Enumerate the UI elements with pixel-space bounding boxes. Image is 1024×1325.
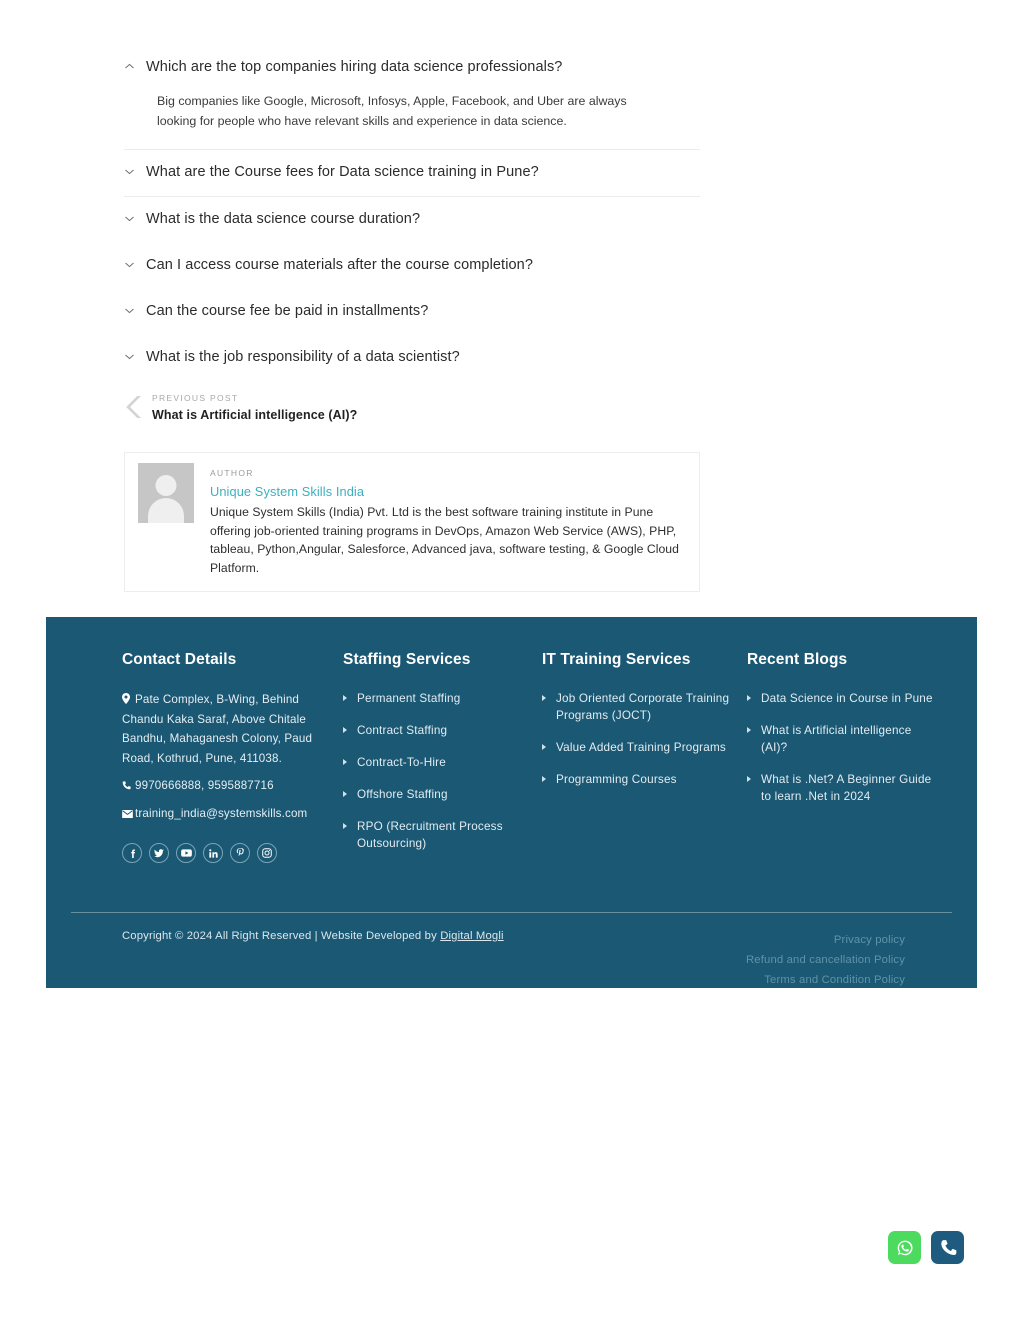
author-name-link[interactable]: Unique System Skills India [210, 481, 687, 503]
footer-email[interactable]: training_india@systemskills.com [122, 804, 322, 824]
avatar-body-shape [148, 498, 184, 523]
youtube-icon[interactable] [176, 843, 196, 863]
faq-question-toggle[interactable]: What are the Course fees for Data scienc… [124, 150, 700, 196]
footer-heading-contact: Contact Details [122, 651, 237, 668]
avatar [138, 463, 194, 523]
faq-question-text: Which are the top companies hiring data … [146, 59, 563, 75]
footer-column-blogs: Recent Blogs Data Science in Course in P… [747, 650, 937, 867]
faq-question-toggle[interactable]: What is the job responsibility of a data… [124, 335, 700, 381]
chevron-down-icon [124, 166, 146, 177]
chevron-down-icon [124, 213, 146, 224]
faq-question-toggle[interactable]: Can I access course materials after the … [124, 243, 700, 289]
faq-question-text: What is the job responsibility of a data… [146, 349, 460, 365]
refund-policy-link[interactable]: Refund and cancellation Policy [746, 950, 905, 970]
footer-heading-blogs: Recent Blogs [747, 651, 848, 668]
terms-policy-link[interactable]: Terms and Condition Policy [764, 970, 905, 990]
faq-question-text: Can I access course materials after the … [146, 257, 534, 273]
faq-item: What is the data science course duration… [124, 197, 700, 243]
facebook-icon[interactable] [122, 843, 142, 863]
avatar-head-shape [155, 475, 177, 496]
list-item[interactable]: Contract-To-Hire [343, 754, 513, 771]
chevron-down-icon [124, 259, 146, 270]
footer-email-text: training_india@systemskills.com [135, 806, 308, 820]
author-label: AUTHOR [210, 468, 254, 478]
copyright-text: Copyright © 2024 All Right Reserved | We… [122, 930, 504, 942]
chevron-down-icon [124, 305, 146, 316]
phone-icon [938, 1238, 958, 1258]
list-item[interactable]: RPO (Recruitment Process Outsourcing) [343, 818, 513, 852]
social-links [122, 843, 322, 863]
whatsapp-icon [894, 1237, 916, 1259]
list-item[interactable]: Offshore Staffing [343, 786, 513, 803]
footer-phone[interactable]: 9970666888, 9595887716 [122, 776, 322, 796]
previous-post-title: What is Artificial intelligence (AI)? [152, 408, 358, 422]
list-item[interactable]: Value Added Training Programs [542, 739, 732, 756]
previous-post-label: PREVIOUS POST [152, 393, 239, 403]
list-item[interactable]: Contract Staffing [343, 722, 513, 739]
faq-item: Can the course fee be paid in installmen… [124, 289, 700, 335]
linkedin-icon[interactable] [203, 843, 223, 863]
footer-column-staffing: Staffing Services Permanent Staffing Con… [343, 650, 513, 867]
phone-icon [122, 776, 135, 796]
previous-post-link[interactable]: PREVIOUS POST What is Artificial intelli… [124, 388, 357, 425]
twitter-icon[interactable] [149, 843, 169, 863]
faq-question-toggle[interactable]: Can the course fee be paid in installmen… [124, 289, 700, 335]
list-item[interactable]: Programming Courses [542, 771, 732, 788]
copyright-prefix: Copyright © 2024 All Right Reserved | We… [122, 930, 441, 942]
site-footer: Contact Details Pate Complex, B-Wing, Be… [46, 617, 977, 988]
faq-item: What are the Course fees for Data scienc… [124, 150, 700, 196]
page-root: Which are the top companies hiring data … [0, 0, 1024, 1325]
chevron-down-icon [124, 351, 146, 362]
list-item[interactable]: What is Artificial intelligence (AI)? [747, 722, 937, 756]
whatsapp-button[interactable] [888, 1231, 921, 1264]
envelope-icon [122, 804, 135, 824]
faq-accordion: Which are the top companies hiring data … [124, 50, 700, 381]
floating-action-buttons [888, 1231, 964, 1264]
faq-question-text: What is the data science course duration… [146, 211, 421, 227]
faq-item: What is the job responsibility of a data… [124, 335, 700, 381]
footer-column-training: IT Training Services Job Oriented Corpor… [542, 650, 732, 867]
location-pin-icon [122, 690, 135, 710]
author-box: AUTHOR Unique System Skills India Unique… [124, 452, 700, 592]
privacy-policy-link[interactable]: Privacy policy [834, 930, 905, 950]
policy-links: Privacy policyRefund and cancellation Po… [645, 930, 905, 990]
instagram-icon[interactable] [257, 843, 277, 863]
call-button[interactable] [931, 1231, 964, 1264]
chevron-left-icon [124, 394, 150, 420]
footer-address: Pate Complex, B-Wing, Behind Chandu Kaka… [122, 690, 322, 768]
list-item[interactable]: What is .Net? A Beginner Guide to learn … [747, 771, 937, 805]
staffing-services-list: Permanent Staffing Contract Staffing Con… [343, 690, 513, 852]
recent-blogs-list: Data Science in Course in Pune What is A… [747, 690, 937, 805]
footer-heading-staffing: Staffing Services [343, 651, 471, 668]
author-description: Unique System Skills (India) Pvt. Ltd is… [210, 505, 679, 575]
footer-address-text: Pate Complex, B-Wing, Behind Chandu Kaka… [122, 693, 313, 765]
it-training-services-list: Job Oriented Corporate Training Programs… [542, 690, 732, 788]
developer-link[interactable]: Digital Mogli [440, 930, 503, 942]
faq-item: Which are the top companies hiring data … [124, 50, 700, 149]
faq-question-text: What are the Course fees for Data scienc… [146, 164, 539, 180]
list-item[interactable]: Permanent Staffing [343, 690, 513, 707]
faq-item: Can I access course materials after the … [124, 243, 700, 289]
footer-phone-text: 9970666888, 9595887716 [135, 779, 274, 792]
faq-question-text: Can the course fee be paid in installmen… [146, 303, 429, 319]
chevron-up-icon [124, 61, 146, 72]
faq-answer-text: Big companies like Google, Microsoft, In… [157, 94, 627, 128]
footer-heading-training: IT Training Services [542, 651, 691, 668]
faq-question-toggle[interactable]: Which are the top companies hiring data … [124, 50, 700, 86]
list-item[interactable]: Job Oriented Corporate Training Programs… [542, 690, 732, 724]
footer-column-contact: Contact Details Pate Complex, B-Wing, Be… [122, 650, 322, 867]
faq-question-toggle[interactable]: What is the data science course duration… [124, 197, 700, 243]
list-item[interactable]: Data Science in Course in Pune [747, 690, 937, 707]
pinterest-icon[interactable] [230, 843, 250, 863]
footer-bottom-bar: Copyright © 2024 All Right Reserved | We… [46, 913, 977, 988]
